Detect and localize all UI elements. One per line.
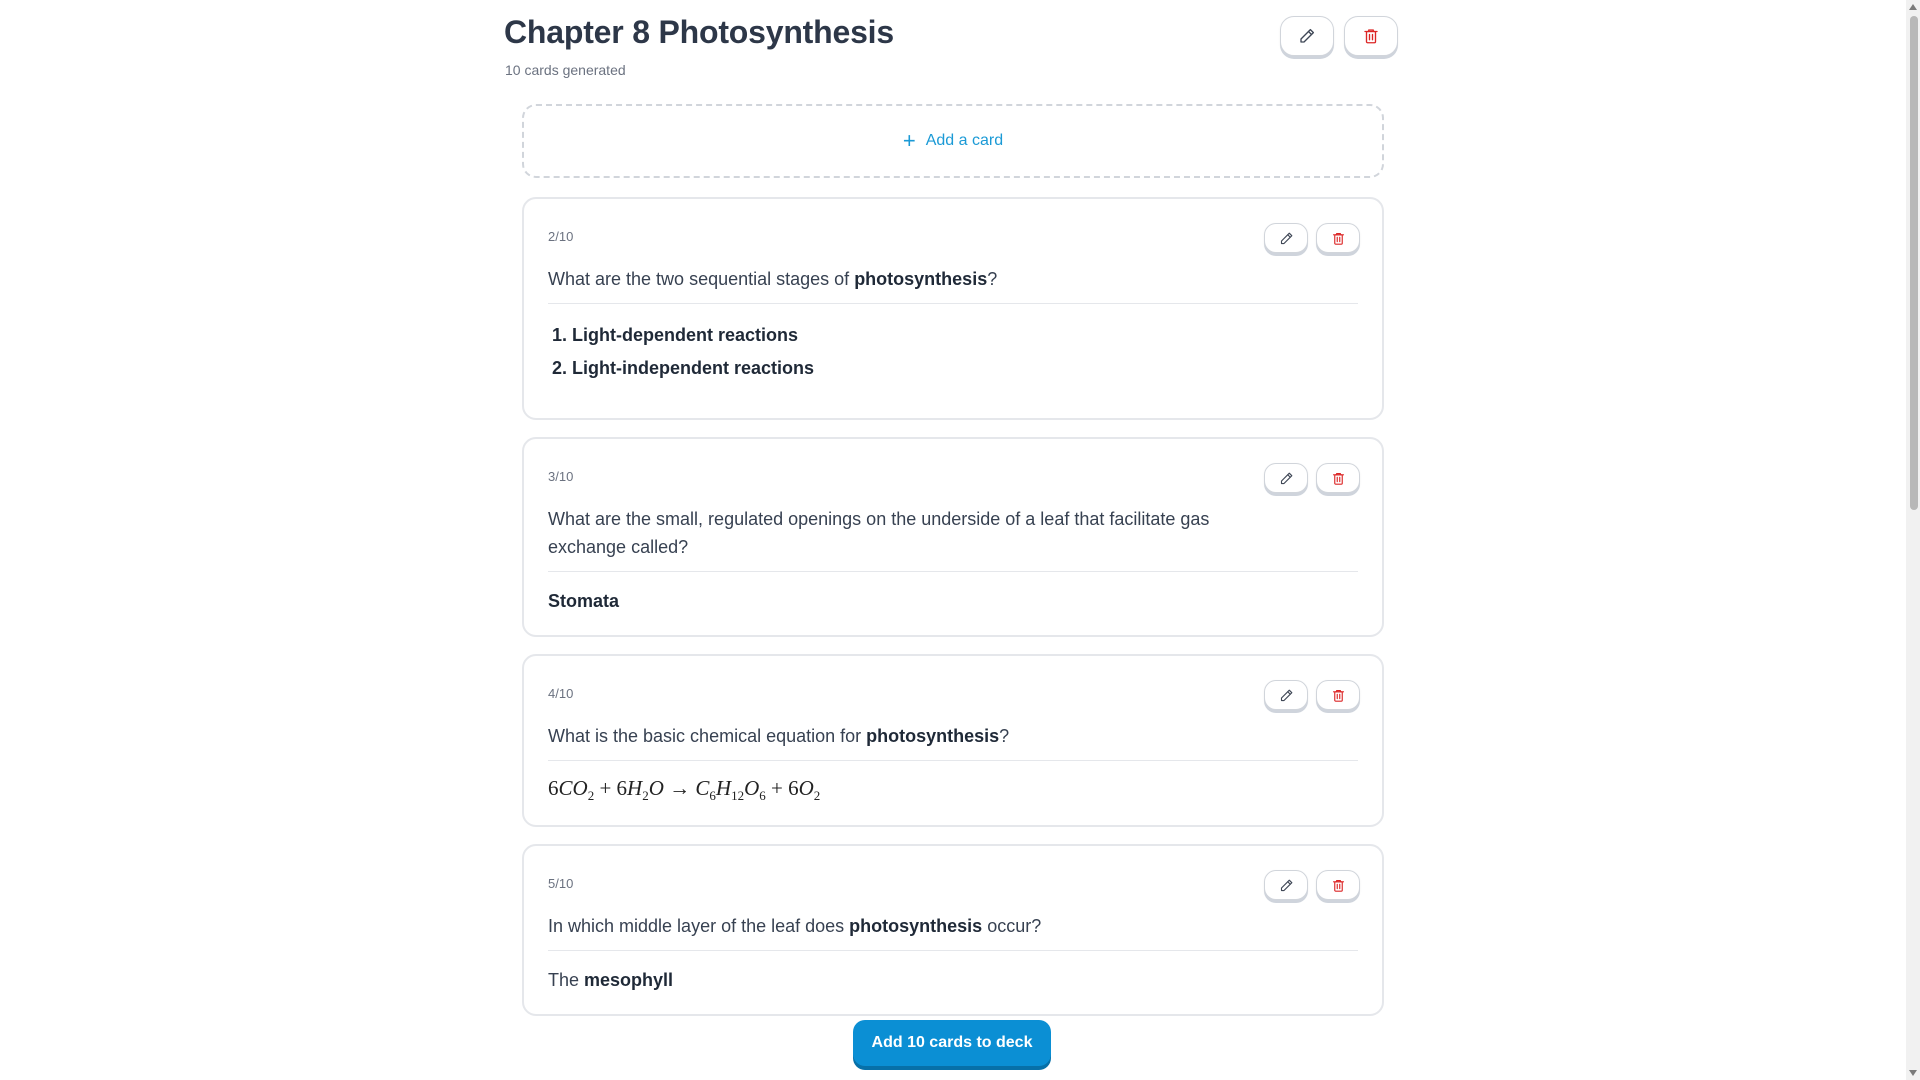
delete-card-button[interactable] bbox=[1316, 463, 1360, 493]
card-counter: 5/10 bbox=[548, 876, 574, 891]
edit-card-button[interactable] bbox=[1264, 870, 1308, 900]
delete-card-button[interactable] bbox=[1316, 223, 1360, 253]
card-counter: 4/10 bbox=[548, 686, 574, 701]
card-counter: 3/10 bbox=[548, 469, 574, 484]
pencil-icon bbox=[1280, 879, 1292, 891]
scroll-down-arrow-icon[interactable] bbox=[1909, 1070, 1917, 1076]
scrollbar-thumb[interactable] bbox=[1910, 16, 1918, 510]
deck-header: Chapter 8 Photosynthesis 10 cards genera… bbox=[504, 10, 1404, 90]
trash-icon bbox=[1332, 232, 1344, 245]
delete-card-button[interactable] bbox=[1316, 680, 1360, 710]
pencil-icon bbox=[1300, 28, 1315, 43]
edit-card-button[interactable] bbox=[1264, 463, 1308, 493]
flashcard: 5/10 In which middle layer of the leaf d… bbox=[522, 844, 1384, 1016]
card-question: What is the basic chemical equation for … bbox=[548, 726, 1010, 746]
page-title: Chapter 8 Photosynthesis bbox=[504, 14, 894, 50]
scroll-up-arrow-icon[interactable] bbox=[1909, 4, 1917, 10]
trash-icon bbox=[1332, 879, 1344, 892]
card-answer: Light-dependent reactions Light-independ… bbox=[548, 319, 814, 385]
card-question: What are the small, regulated openings o… bbox=[548, 509, 1210, 557]
flashcard: 2/10 What are the two sequential stages … bbox=[522, 197, 1384, 420]
pencil-icon bbox=[1280, 472, 1292, 484]
card-counter: 2/10 bbox=[548, 229, 574, 244]
card-divider bbox=[548, 571, 1358, 572]
vertical-scrollbar[interactable] bbox=[1906, 0, 1920, 1080]
answer-list-item: Light-independent reactions bbox=[572, 352, 814, 385]
delete-deck-button[interactable] bbox=[1344, 16, 1398, 56]
card-divider bbox=[548, 303, 1358, 304]
card-divider bbox=[548, 760, 1358, 761]
trash-icon bbox=[1364, 29, 1378, 44]
add-cards-to-deck-button[interactable]: Add 10 cards to deck bbox=[853, 1020, 1051, 1066]
edit-deck-button[interactable] bbox=[1280, 16, 1334, 56]
flashcard: 4/10 What is the basic chemical equation… bbox=[522, 654, 1384, 827]
add-card-button[interactable]: + Add a card bbox=[522, 104, 1384, 178]
trash-icon bbox=[1332, 689, 1344, 702]
add-card-label: Add a card bbox=[925, 132, 1004, 149]
delete-card-button[interactable] bbox=[1316, 870, 1360, 900]
card-answer: 6CO2 + 6H2O → C6H12O6 + 6O2 bbox=[548, 772, 820, 812]
card-divider bbox=[548, 950, 1358, 951]
chemical-equation: 6CO2 + 6H2O → C6H12O6 + 6O2 bbox=[548, 776, 821, 804]
edit-card-button[interactable] bbox=[1264, 680, 1308, 710]
answer-list-item: Light-dependent reactions bbox=[572, 319, 814, 352]
cards-count-text: 10 cards generated bbox=[505, 62, 626, 78]
pencil-icon bbox=[1280, 232, 1292, 244]
card-question: What are the two sequential stages of ph… bbox=[548, 269, 998, 289]
card-answer: Stomata bbox=[548, 591, 620, 611]
pencil-icon bbox=[1280, 689, 1292, 701]
trash-icon bbox=[1332, 472, 1344, 485]
card-answer: The mesophyll bbox=[548, 970, 674, 990]
edit-card-button[interactable] bbox=[1264, 223, 1308, 253]
flashcard-preview-page: Chapter 8 Photosynthesis 10 cards genera… bbox=[0, 0, 1920, 1080]
card-question: In which middle layer of the leaf does p… bbox=[548, 916, 1042, 936]
flashcard: 3/10 What are the small, regulated openi… bbox=[522, 437, 1384, 637]
plus-icon: + bbox=[902, 128, 916, 153]
